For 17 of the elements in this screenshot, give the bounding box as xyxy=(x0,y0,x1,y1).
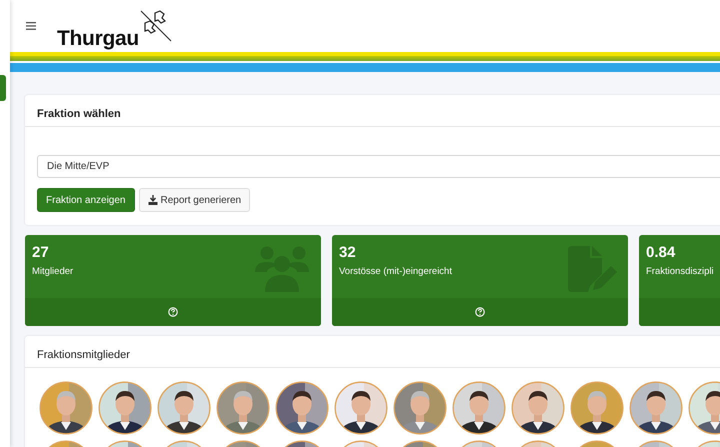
stat-value: 0.84 xyxy=(646,244,676,261)
download-icon xyxy=(148,195,158,205)
help-icon[interactable] xyxy=(475,307,485,317)
stat-label: Mitglieder xyxy=(32,266,74,277)
card-title: Fraktion wählen xyxy=(37,108,121,120)
help-icon[interactable] xyxy=(168,307,178,317)
stat-label: Fraktionsdiszipli xyxy=(646,266,714,277)
logo-text: Thurgau xyxy=(57,28,139,49)
show-button[interactable]: Fraktion anzeigen xyxy=(37,188,134,212)
stat-label: Vorstösse (mit-)eingereicht xyxy=(339,266,452,277)
sidebar-tab[interactable] xyxy=(0,75,6,101)
stat-value: 32 xyxy=(339,244,356,261)
stat-value: 27 xyxy=(32,244,49,261)
card-title: Fraktionsmitglieder xyxy=(37,349,130,361)
report-button[interactable]: Report generieren xyxy=(138,188,250,212)
select-field[interactable]: Die Mitte/EVP xyxy=(37,155,720,178)
menu-icon[interactable] xyxy=(26,22,36,30)
